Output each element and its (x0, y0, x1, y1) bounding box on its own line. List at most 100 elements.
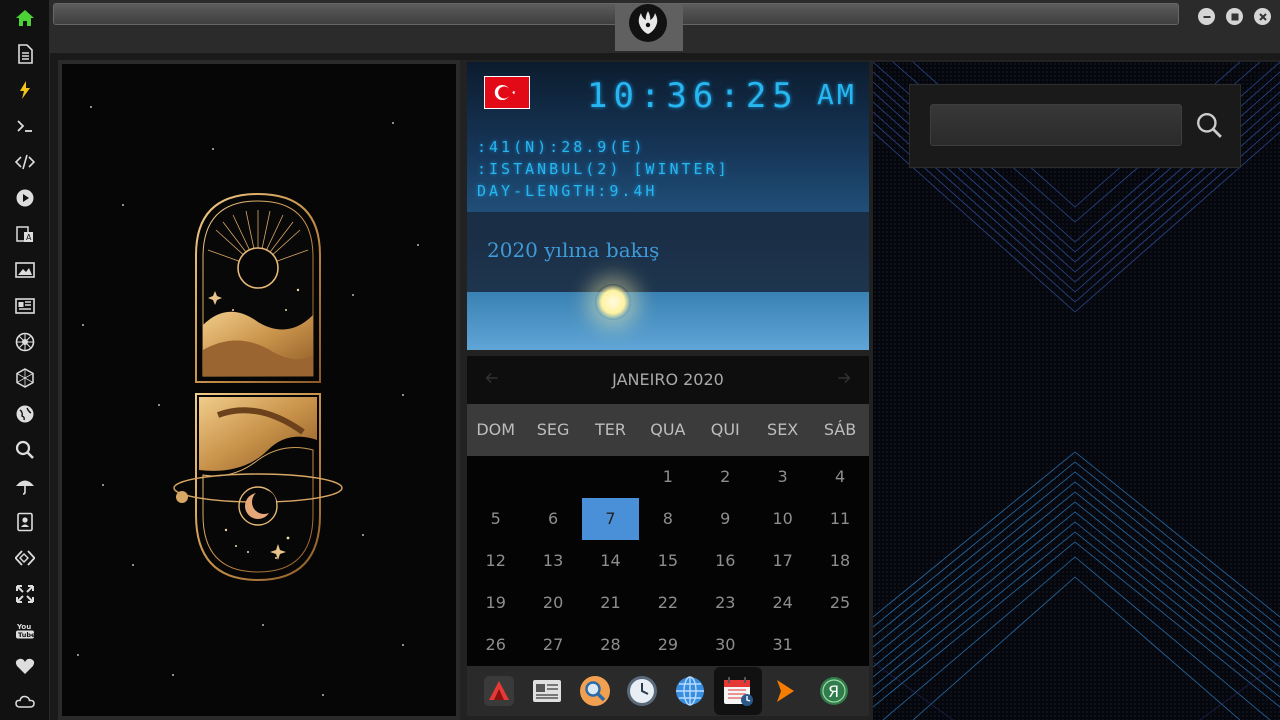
code-icon[interactable] (13, 150, 37, 174)
calendar-day[interactable]: 15 (639, 540, 696, 582)
calendar-day[interactable]: 21 (582, 582, 639, 624)
calendar-day[interactable]: 26 (467, 624, 524, 666)
calendar-day[interactable]: 29 (639, 624, 696, 666)
heart-icon[interactable] (13, 654, 37, 678)
calendar-day[interactable]: 6 (524, 498, 581, 540)
lightning-icon[interactable] (13, 78, 37, 102)
calendar-day[interactable]: 16 (697, 540, 754, 582)
calendar-day[interactable]: 13 (524, 540, 581, 582)
clock-app-icon[interactable] (626, 675, 658, 707)
calendar-day[interactable]: 23 (697, 582, 754, 624)
search-app-icon[interactable] (579, 675, 611, 707)
home-icon[interactable] (13, 6, 37, 30)
news-icon[interactable] (13, 294, 37, 318)
weekday-label: DOM (476, 420, 516, 439)
calendar-day[interactable]: 10 (754, 498, 811, 540)
calendar-day[interactable]: 18 (811, 540, 868, 582)
calendar-day[interactable]: 17 (754, 540, 811, 582)
rebel-alliance-logo-icon (629, 4, 667, 42)
calendar-day[interactable]: 20 (524, 582, 581, 624)
calendar-day[interactable]: 31 (754, 624, 811, 666)
app-dock: Я (467, 666, 869, 716)
calendar-day[interactable]: 28 (582, 624, 639, 666)
news-reader-icon[interactable] (531, 675, 563, 707)
minimize-button[interactable] (1198, 8, 1215, 25)
image-icon[interactable] (13, 258, 37, 282)
calendar-day[interactable]: 9 (697, 498, 754, 540)
calendar-day[interactable]: 4 (811, 456, 868, 498)
expand-icon[interactable] (13, 582, 37, 606)
location-season: :ISTANBUL(2) [WINTER] (477, 160, 730, 178)
weekday-label: TER (594, 420, 626, 439)
turkey-flag-icon (484, 76, 530, 109)
sidebar: A You Tube (0, 0, 50, 720)
calendar-day[interactable]: 14 (582, 540, 639, 582)
maximize-button[interactable] (1226, 8, 1243, 25)
search-icon[interactable] (13, 438, 37, 462)
calendar-day-selected[interactable]: 7 (581, 498, 640, 540)
clock-time: 10:36:25 (587, 76, 799, 116)
umbrella-icon[interactable] (13, 474, 37, 498)
calendar-widget: JANEIRO 2020 DOM SEG TER QUA QUI SEX SÁB… (467, 356, 869, 666)
terminal-icon[interactable] (13, 114, 37, 138)
calendar-day (467, 456, 524, 498)
calendar-day[interactable]: 1 (639, 456, 696, 498)
calendar-day[interactable]: 2 (697, 456, 754, 498)
globe-icon[interactable] (13, 402, 37, 426)
next-month-icon[interactable] (835, 368, 853, 392)
calendar-day[interactable]: 8 (639, 498, 696, 540)
weekday-label: QUI (710, 420, 740, 439)
calendar-day[interactable]: 12 (467, 540, 524, 582)
diamond-code-icon[interactable] (13, 546, 37, 570)
clock-ampm: AM (817, 78, 857, 111)
logo-tab[interactable] (615, 4, 683, 51)
emblem-icon[interactable] (13, 330, 37, 354)
calendar-grid: 1 2 3 4 5 6 7 8 9 10 11 12 13 14 15 16 1… (467, 456, 869, 666)
translate-icon[interactable]: A (13, 222, 37, 246)
weekday-label: SEX (767, 420, 799, 439)
calendar-day[interactable]: 19 (467, 582, 524, 624)
calendar-day[interactable]: 27 (524, 624, 581, 666)
sun-icon (595, 284, 631, 320)
calendar-day[interactable]: 5 (467, 498, 524, 540)
wallpaper-panel (58, 60, 460, 720)
youtube-icon[interactable]: You Tube (13, 618, 37, 642)
calendar-week: 12 13 14 15 16 17 18 (467, 540, 869, 582)
search-button[interactable] (1190, 106, 1228, 144)
search-input[interactable] (930, 104, 1182, 146)
document-icon[interactable] (13, 42, 37, 66)
weekday-header: DOM SEG TER QUA QUI SEX SÁB (467, 404, 869, 456)
calendar-day[interactable]: 25 (811, 582, 868, 624)
browser-globe-icon[interactable] (674, 675, 706, 707)
calendar-week: 26 27 28 29 30 31 (467, 624, 869, 666)
weekday-label: QUA (650, 420, 686, 439)
calendar-week: 1 2 3 4 (467, 456, 869, 498)
main-area: 10:36:25 AM :41(N):28.9(E) :ISTANBUL(2) … (58, 60, 1280, 720)
calendar-app-icon[interactable] (713, 667, 762, 715)
yandex-icon[interactable]: Я (818, 675, 850, 707)
app-launcher-icon[interactable] (483, 675, 515, 707)
weather-widget: 10:36:25 AM :41(N):28.9(E) :ISTANBUL(2) … (467, 62, 869, 350)
close-button[interactable] (1254, 8, 1271, 25)
calendar-day[interactable]: 22 (639, 582, 696, 624)
cloud-icon[interactable] (13, 690, 37, 714)
top-bar (50, 0, 1280, 54)
svg-text:A: A (26, 233, 32, 242)
svg-text:Я: Я (828, 682, 839, 701)
calendar-day (524, 456, 581, 498)
weekday-label: SEG (536, 420, 570, 439)
calendar-day[interactable]: 30 (697, 624, 754, 666)
right-wallpaper-panel (873, 62, 1280, 720)
terminal-arrow-icon[interactable] (770, 675, 802, 707)
calendar-day (811, 624, 868, 666)
calendar-day[interactable]: 11 (811, 498, 868, 540)
play-icon[interactable] (13, 186, 37, 210)
contacts-icon[interactable] (13, 510, 37, 534)
calendar-day[interactable]: 24 (754, 582, 811, 624)
hexagon-icon[interactable] (13, 366, 37, 390)
weekday-label: SÁB (823, 420, 857, 439)
coordinates: :41(N):28.9(E) (477, 138, 646, 156)
year-review-link[interactable]: 2020 yılına bakış (487, 238, 659, 262)
calendar-day[interactable]: 3 (754, 456, 811, 498)
calendar-day (582, 456, 639, 498)
